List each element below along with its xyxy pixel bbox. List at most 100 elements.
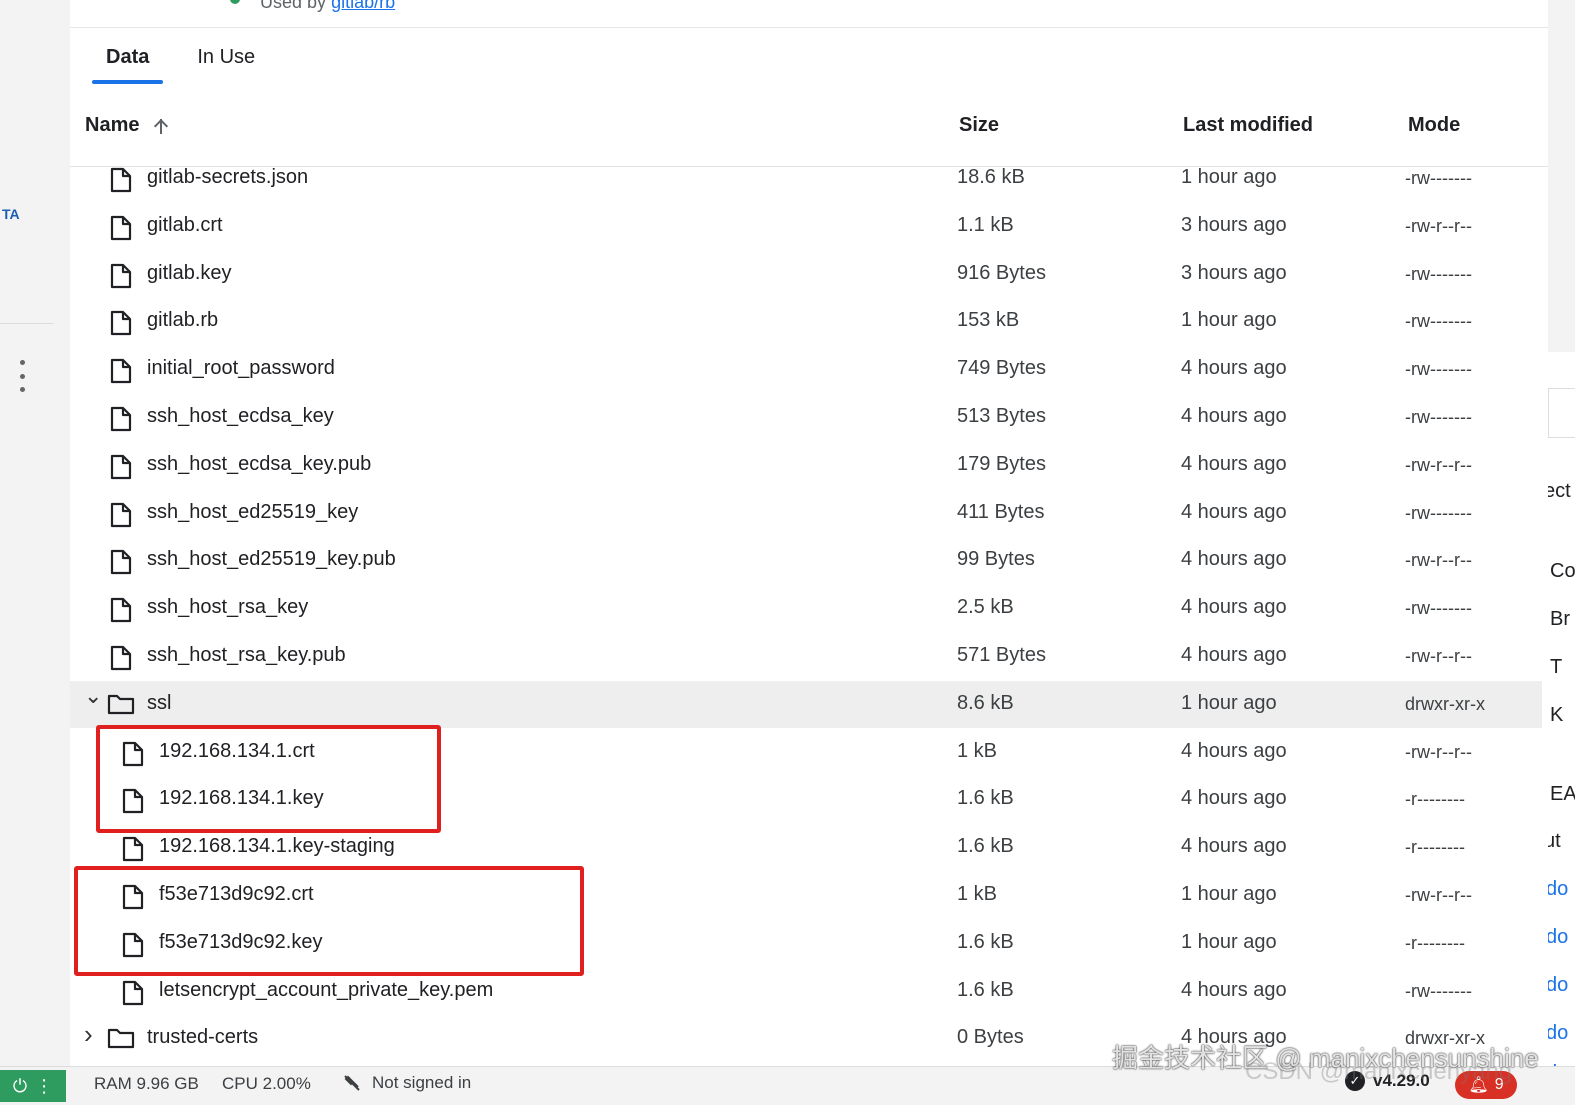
file-icon (110, 215, 132, 247)
file-mode: -rw------- (1405, 407, 1472, 427)
file-row[interactable]: ssh_host_ecdsa_key 513 Bytes 4 hours ago -r… (70, 394, 1542, 441)
file-name: trusted-certs (147, 1026, 259, 1049)
power-icon: ⏻ (12, 1075, 28, 1096)
file-mode: -r-------- (1405, 789, 1465, 810)
file-last-modified: 1 hour ago (1181, 166, 1277, 188)
file-mode: -rw------- (1405, 359, 1472, 380)
file-icon (110, 549, 132, 581)
volume-browser-panel: Used by gitlab/rb Data In Use Name Size … (70, 0, 1548, 1066)
cpu-usage: CPU 2.00% (222, 1074, 311, 1093)
used-by-link[interactable]: gitlab/rb (331, 0, 395, 12)
chevron-down-icon[interactable]: ⌄ (84, 683, 102, 708)
right-panel-background (1548, 0, 1575, 352)
file-row[interactable]: ssh_host_rsa_key 2.5 kB 4 hours ago -rw----… (70, 585, 1542, 632)
file-icon (110, 406, 132, 438)
file-size: 18.6 kB (957, 166, 1025, 188)
file-row[interactable]: ssh_host_ecdsa_key.pub 179 Bytes 4 hours a… (70, 442, 1542, 489)
file-last-modified: 4 hours ago (1181, 978, 1287, 1001)
file-row[interactable]: gitlab.crt 1.1 kB 3 hours ago -rw-r--r-- (70, 203, 1542, 250)
folder-row[interactable]: ⌄ ssl 8.6 kB 1 hour ago drwxr-xr-x (70, 680, 1542, 728)
right-panel-link-fragment[interactable]: do (1548, 974, 1568, 997)
file-size: 513 Bytes (957, 405, 1046, 427)
file-size: 1.1 kB (957, 213, 1014, 236)
file-size: 1 kB (957, 883, 998, 905)
file-size: 8.6 kB (957, 691, 1014, 714)
file-size: 1.6 kB (957, 930, 1014, 953)
file-row[interactable]: gitlab.key 916 Bytes 3 hours ago -rw------- (70, 251, 1542, 298)
more-options-icon[interactable] (12, 360, 32, 392)
file-last-modified: 4 hours ago (1181, 548, 1287, 571)
signed-out-icon (344, 1075, 360, 1091)
file-last-modified: 4 hours ago (1181, 596, 1287, 619)
file-last-modified: 3 hours ago (1181, 213, 1287, 236)
file-last-modified: 1 hour ago (1181, 309, 1277, 332)
file-last-modified: 3 hours ago (1181, 261, 1287, 284)
file-row[interactable]: initial_root_password 749 Bytes 4 hours ag… (70, 346, 1542, 393)
file-last-modified: 1 hour ago (1181, 883, 1277, 905)
version-label: v4.29.0 (1373, 1071, 1430, 1090)
file-name: ssh_host_ecdsa_key (147, 405, 334, 427)
right-panel-text-fragment: T (1550, 656, 1563, 678)
file-last-modified: 4 hours ago (1181, 835, 1287, 858)
file-size: 179 Bytes (957, 452, 1046, 475)
notifications-button[interactable]: 🔔︎ 9 (1455, 1071, 1517, 1099)
left-rail-divider (0, 323, 54, 324)
file-row[interactable]: gitlab-secrets.json 18.6 kB 1 hour ago -rw-… (70, 155, 1542, 202)
file-size: 0 Bytes (957, 1026, 1024, 1049)
ram-usage: RAM 9.96 GB (94, 1074, 199, 1093)
tab-in-use[interactable]: In Use (183, 40, 269, 80)
chevron-right-icon[interactable]: › (84, 1019, 100, 1049)
kebab-icon: ⋮ (35, 1075, 54, 1096)
file-row[interactable]: ssh_host_ed25519_key 411 Bytes 4 hours ago… (70, 490, 1542, 537)
file-name: 192.168.134.1.key-staging (159, 835, 395, 858)
column-header-last-modified[interactable]: Last modified (1183, 114, 1313, 137)
right-panel-link-fragment[interactable]: do (1548, 1022, 1568, 1045)
file-icon (110, 645, 132, 677)
status-bar: ⏻ ⋮ RAM 9.96 GB CPU 2.00% Not signed in … (0, 1066, 1575, 1105)
column-header-name-label: Name (85, 114, 140, 136)
status-dot-icon (230, 0, 240, 4)
column-header-size[interactable]: Size (959, 114, 999, 137)
file-name: gitlab.rb (147, 309, 219, 332)
file-mode: -rw-r--r-- (1405, 550, 1472, 571)
column-header-name[interactable]: Name (85, 114, 169, 137)
file-row[interactable]: ssh_host_rsa_key.pub 571 Bytes 4 hours ago… (70, 633, 1542, 680)
file-mode: drwxr-xr-x (1405, 1028, 1485, 1049)
file-last-modified: 4 hours ago (1181, 500, 1287, 523)
right-panel-text-fragment: ect (1548, 480, 1571, 502)
file-icon (110, 454, 132, 486)
file-mode: -r-------- (1405, 837, 1465, 858)
notification-count: 9 (1494, 1076, 1504, 1093)
tab-bar: Data In Use (92, 40, 289, 86)
folder-row[interactable]: › trusted-certs 0 Bytes 4 hours ago drwxr-xr… (70, 1015, 1542, 1062)
right-panel-link-fragment[interactable]: do (1548, 878, 1568, 901)
file-mode: -rw------- (1405, 598, 1472, 619)
file-mode: -rw------- (1405, 502, 1472, 523)
engine-toggle[interactable]: ⏻ ⋮ (0, 1070, 66, 1102)
right-panel-link-fragment[interactable]: do (1548, 926, 1568, 949)
file-mode: -rw-r--r-- (1405, 646, 1472, 666)
column-header-mode[interactable]: Mode (1408, 114, 1460, 137)
sort-ascending-icon[interactable] (153, 116, 169, 136)
file-size: 2.5 kB (957, 596, 1014, 619)
right-panel-text-fragment: EA (1550, 783, 1575, 805)
file-size: 1 kB (957, 739, 998, 762)
right-panel-text-fragment: Co (1550, 560, 1575, 582)
tab-data[interactable]: Data (92, 40, 164, 84)
file-name: letsencrypt_account_private_key.pem (159, 978, 494, 1001)
version-indicator[interactable]: ✓ v4.29.0 (1345, 1071, 1430, 1091)
file-row[interactable]: gitlab.rb 153 kB 1 hour ago -rw------- (70, 298, 1542, 345)
used-by-text: Used by gitlab/rb (260, 0, 395, 13)
right-partial-panel: ectCoBrTKEAutdododododo (1548, 0, 1575, 1066)
left-rail: TA (0, 0, 70, 1066)
file-name: initial_root_password (147, 357, 335, 380)
bell-icon: 🔔︎ (1468, 1077, 1489, 1094)
file-row[interactable]: ssh_host_ed25519_key.pub 99 Bytes 4 hours … (70, 537, 1542, 584)
file-icon (110, 310, 132, 342)
file-name: ssh_host_ed25519_key.pub (147, 548, 396, 571)
right-panel-dropdown[interactable] (1548, 388, 1575, 438)
file-mode: -rw------- (1405, 311, 1472, 332)
file-mode: -r-------- (1405, 932, 1465, 953)
file-last-modified: 4 hours ago (1181, 1026, 1287, 1049)
signin-status[interactable]: Not signed in (342, 1073, 471, 1093)
